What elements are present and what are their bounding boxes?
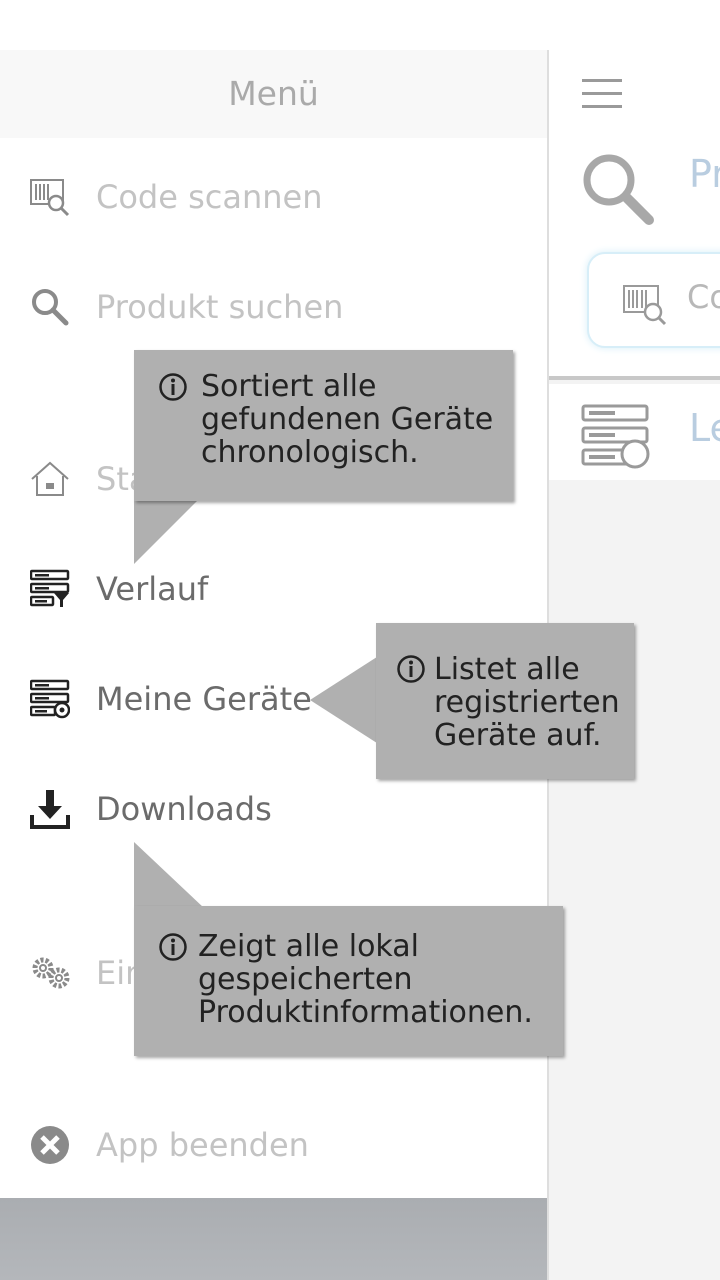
app-toolbar (549, 50, 720, 138)
menu-item-produkt-suchen[interactable]: Produkt suchen (0, 257, 547, 357)
history-filter-icon (30, 569, 70, 607)
recent-section: Le (549, 384, 720, 480)
menu-item-code-scannen[interactable]: Code scannen (0, 147, 547, 247)
tooltip-tail (310, 655, 380, 745)
product-search-section: Pr Co (549, 138, 720, 380)
code-input-placeholder: Co (687, 278, 720, 316)
barcode-scan-icon (623, 285, 667, 326)
hamburger-menu-icon[interactable] (582, 79, 622, 109)
gear-icon (32, 957, 70, 989)
info-icon (159, 933, 187, 961)
status-bar (0, 0, 720, 50)
home-icon (31, 461, 69, 496)
tooltip-downloads: Zeigt alle lokal gespeicherten Produktin… (134, 906, 563, 1056)
barcode-scan-icon (30, 179, 70, 217)
menu-item-label: Meine Geräte (96, 680, 312, 718)
tooltip-tail (134, 498, 200, 564)
close-circle-icon (31, 1126, 69, 1164)
code-input[interactable]: Co (587, 252, 720, 348)
menu-item-label: Code scannen (96, 178, 323, 216)
info-icon (397, 655, 425, 683)
my-devices-icon (30, 679, 70, 719)
info-icon (159, 373, 187, 401)
my-devices-icon (581, 404, 650, 469)
drawer-footer (0, 1198, 547, 1280)
tooltip-history: Sortiert alle gefundenen Geräte chronolo… (134, 350, 513, 501)
drawer-title: Menü (228, 74, 319, 113)
tooltip-my-devices-text: Listet alle registrierten Geräte auf. (434, 652, 620, 753)
drawer-header: Menü (0, 50, 547, 138)
download-icon (30, 790, 70, 829)
search-icon (32, 289, 69, 326)
tooltip-tail (134, 842, 204, 908)
menu-item-label: App beenden (96, 1126, 309, 1164)
tooltip-my-devices: Listet alle registrierten Geräte auf. (376, 623, 634, 779)
recent-section-title: Le (689, 406, 720, 450)
product-search-title: Pr (689, 152, 720, 196)
menu-item-label: Produkt suchen (96, 288, 344, 326)
menu-item-app-beenden[interactable]: App beenden (0, 1095, 547, 1195)
search-icon (583, 154, 654, 225)
tooltip-downloads-text: Zeigt alle lokal gespeicherten Produktin… (198, 929, 533, 1030)
tooltip-history-text: Sortiert alle gefundenen Geräte chronolo… (201, 369, 494, 470)
